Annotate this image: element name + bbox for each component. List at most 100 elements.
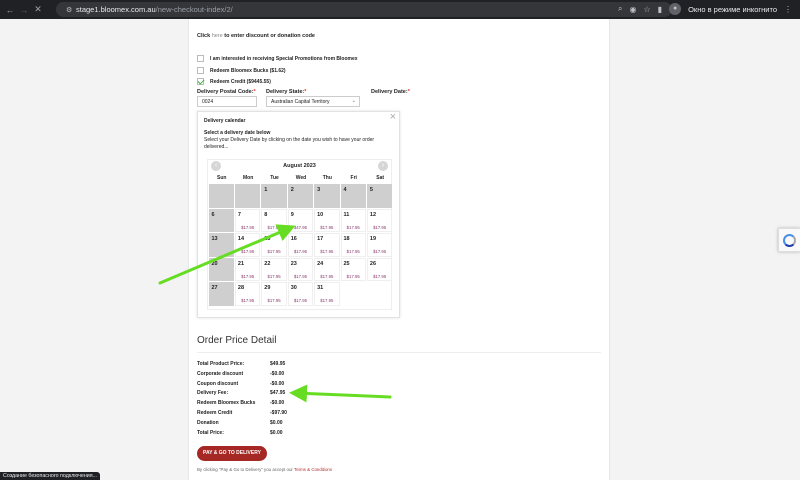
search-icon[interactable]: ⌕ [618, 4, 622, 14]
bucks-label: Redeem Bloomex Bucks ($1.62) [210, 67, 286, 74]
state-select[interactable]: Australian Capital Territory ⌄ [266, 96, 360, 107]
calendar-day-unavailable: 27 [208, 282, 234, 306]
price-row-value: -$0.00 [270, 380, 285, 387]
bucks-checkbox[interactable] [197, 67, 204, 74]
price-row-value: -$97.90 [270, 410, 287, 416]
price-row-label: Redeem Credit [197, 410, 233, 416]
price-row-value: $0.00 [270, 429, 283, 436]
calendar-day[interactable]: 23 $17.95 [287, 257, 314, 281]
day-price: $17.95 [241, 273, 255, 279]
calendar-day[interactable]: 9 $47.95 [287, 208, 314, 232]
day-number: 26 [369, 260, 377, 267]
day-number: 8 [264, 211, 268, 218]
day-number: 21 [237, 260, 245, 267]
divider [197, 352, 601, 353]
promo-label: I am interested in receiving Special Pro… [210, 55, 358, 62]
day-price: $17.95 [373, 273, 387, 279]
state-label-text: Delivery State: [266, 89, 305, 95]
terms-prefix: By clicking "Pay & Go to Delivery" you a… [197, 467, 294, 472]
eye-off-icon[interactable]: ◉ [630, 5, 637, 14]
price-row-label: Redeem Bloomex Bucks [197, 400, 256, 407]
calendar-day[interactable]: 18 $17.95 [340, 233, 366, 257]
close-icon[interactable]: × [390, 112, 396, 123]
day-number: 20 [211, 260, 218, 267]
calendar-day-unavailable: 13 [208, 233, 234, 257]
calendar-grid: ‹ › August 2023 Sun Mon Tue Wed Thu Fri Sat 1 2 3… [207, 159, 393, 310]
calendar-day[interactable]: 8 $17.95 [261, 208, 287, 232]
postal-code-label-text: Delivery Postal Code: [197, 89, 254, 95]
day-price: $17.95 [320, 224, 334, 230]
price-row-value: -$0.00 [270, 400, 285, 407]
calendar-day[interactable]: 24 $17.95 [314, 257, 340, 281]
delivery-calendar: × Delivery calendar Select a delivery da… [197, 111, 400, 318]
day-number: 22 [264, 260, 271, 267]
terms-link[interactable]: Terms & Conditions [294, 467, 332, 472]
sidebar-icon[interactable]: ▮ [658, 5, 662, 14]
pay-go-to-delivery-button[interactable]: PAY & GO TO DELIVERY [197, 446, 267, 461]
day-price: $17.95 [373, 249, 387, 254]
checkout-panel: Click here to enter discount or donation… [188, 19, 610, 480]
calendar-day[interactable]: 12 $17.95 [366, 208, 393, 232]
price-row-value: $47.95 [270, 390, 286, 397]
price-row-value: $49.95 [270, 361, 286, 367]
url-path: /new-checkout-index/2/ [155, 5, 233, 14]
calendar-day[interactable]: 16 $17.95 [287, 233, 314, 257]
credit-option[interactable]: Redeem Credit ($9445.55) [197, 78, 271, 85]
bucks-option[interactable]: Redeem Bloomex Bucks ($1.62) [197, 67, 286, 74]
address-bar[interactable]: ⚙ stage1.bloomex.com.au/new-checkout-ind… [56, 2, 672, 17]
calendar-day[interactable]: 14 $17.95 [234, 233, 261, 257]
discount-link[interactable]: here [212, 33, 223, 39]
star-icon[interactable]: ☆ [644, 5, 651, 14]
promo-checkbox[interactable] [197, 55, 204, 62]
price-row-label: Donation [197, 419, 219, 426]
day-number: 11 [343, 211, 350, 218]
weekday-header: Thu [322, 175, 332, 181]
calendar-day[interactable]: 31 $17.95 [314, 282, 340, 306]
day-price: $17.95 [241, 224, 255, 230]
day-number: 18 [343, 236, 350, 242]
calendar-day[interactable]: 21 $17.95 [234, 257, 261, 281]
back-icon[interactable]: ← [3, 5, 17, 15]
day-number: 9 [290, 211, 294, 218]
calendar-day[interactable]: 7 $17.95 [234, 208, 261, 232]
calendar-day[interactable]: 26 $17.95 [366, 257, 393, 281]
calendar-day[interactable]: 30 $17.95 [287, 282, 314, 306]
recaptcha-badge[interactable] [778, 228, 800, 252]
day-number: 1 [264, 187, 268, 193]
status-bar: Создание безопасного подключения... [0, 472, 100, 480]
calendar-day-unavailable: 1 [261, 184, 287, 208]
day-price: $17.95 [293, 273, 308, 279]
calendar-day[interactable]: 22 $17.95 [261, 257, 287, 281]
calendar-day[interactable]: 15 $17.95 [261, 233, 287, 257]
weekday-header: Sat [376, 175, 385, 181]
calendar-day[interactable]: 17 $17.95 [314, 233, 340, 257]
calendar-day-unavailable [234, 184, 261, 208]
day-number: 25 [343, 260, 350, 267]
postal-code-input[interactable]: 0024 [197, 96, 257, 107]
day-price: $17.95 [320, 298, 334, 303]
incognito-icon[interactable]: ● [669, 3, 682, 15]
menu-icon[interactable]: ⋮ [784, 5, 792, 14]
day-number: 3 [317, 187, 321, 193]
promo-option[interactable]: I am interested in receiving Special Pro… [197, 55, 358, 62]
forward-icon[interactable]: → [17, 5, 31, 15]
calendar-day-unavailable: 5 [366, 184, 393, 208]
day-number: 6 [211, 211, 215, 218]
calendar-day[interactable]: 11 $17.95 [340, 208, 366, 232]
calendar-day-unavailable: 3 [314, 184, 340, 208]
calendar-day[interactable]: 29 $17.95 [261, 282, 287, 306]
calendar-subtitle: Select a delivery date below [204, 130, 271, 136]
calendar-day[interactable]: 25 $17.95 [340, 257, 366, 281]
stop-loading-icon[interactable]: ✕ [31, 4, 45, 15]
price-row-label: Total Product Price: [197, 361, 245, 367]
state-label: Delivery State:* [266, 89, 306, 95]
browser-toolbar: ← → ✕ ⚙ stage1.bloomex.com.au/new-checko… [0, 0, 800, 19]
site-info-icon[interactable]: ⚙ [66, 6, 76, 14]
weekday-header: Mon [243, 175, 254, 181]
credit-checkbox[interactable] [197, 78, 204, 85]
calendar-day[interactable]: 28 $17.95 [234, 282, 261, 306]
calendar-day[interactable]: 10 $17.95 [314, 208, 340, 232]
day-number: 29 [264, 285, 271, 291]
postal-code-label: Delivery Postal Code:* [197, 89, 256, 95]
calendar-day[interactable]: 19 $17.95 [366, 233, 393, 257]
